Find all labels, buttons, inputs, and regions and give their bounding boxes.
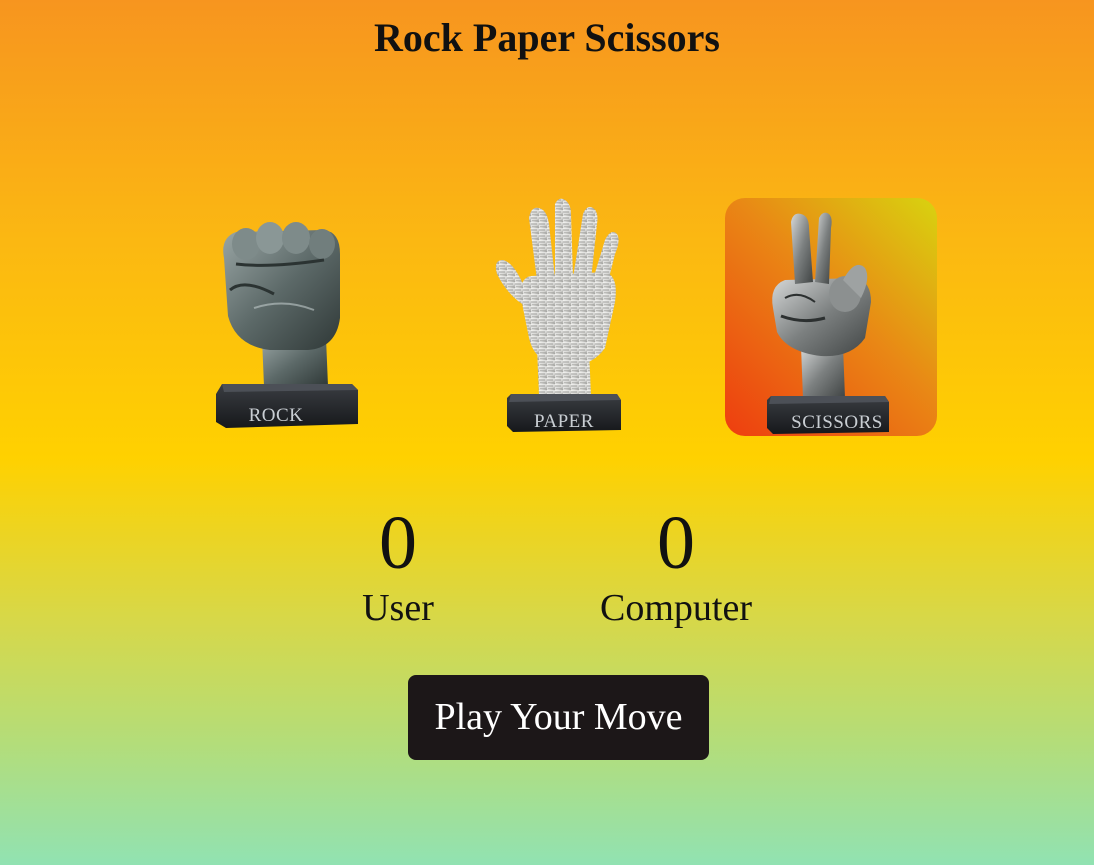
scissors-hand-statue-icon: SCISSORS — [767, 212, 889, 434]
computer-score-label: Computer — [600, 587, 752, 629]
paper-plate-label: PAPER — [534, 411, 594, 432]
computer-score-value: 0 — [657, 501, 695, 585]
page-title: Rock Paper Scissors — [374, 15, 720, 60]
choice-paper[interactable]: PAPER — [459, 198, 671, 436]
rock-plate-label: ROCK — [249, 405, 304, 426]
user-score-label: User — [362, 587, 434, 629]
scissors-plate-label: SCISSORS — [791, 412, 883, 433]
play-your-move-button[interactable]: Play Your Move — [408, 675, 709, 760]
choice-scissors[interactable]: SCISSORS — [725, 198, 937, 436]
choice-rock[interactable]: ROCK — [174, 198, 386, 436]
user-score-value: 0 — [379, 501, 417, 585]
computer-score: 0 Computer — [566, 500, 786, 630]
paper-hand-statue-icon: PAPER — [495, 198, 621, 432]
user-score: 0 User — [288, 500, 508, 630]
rock-fist-statue-icon: ROCK — [216, 222, 358, 428]
